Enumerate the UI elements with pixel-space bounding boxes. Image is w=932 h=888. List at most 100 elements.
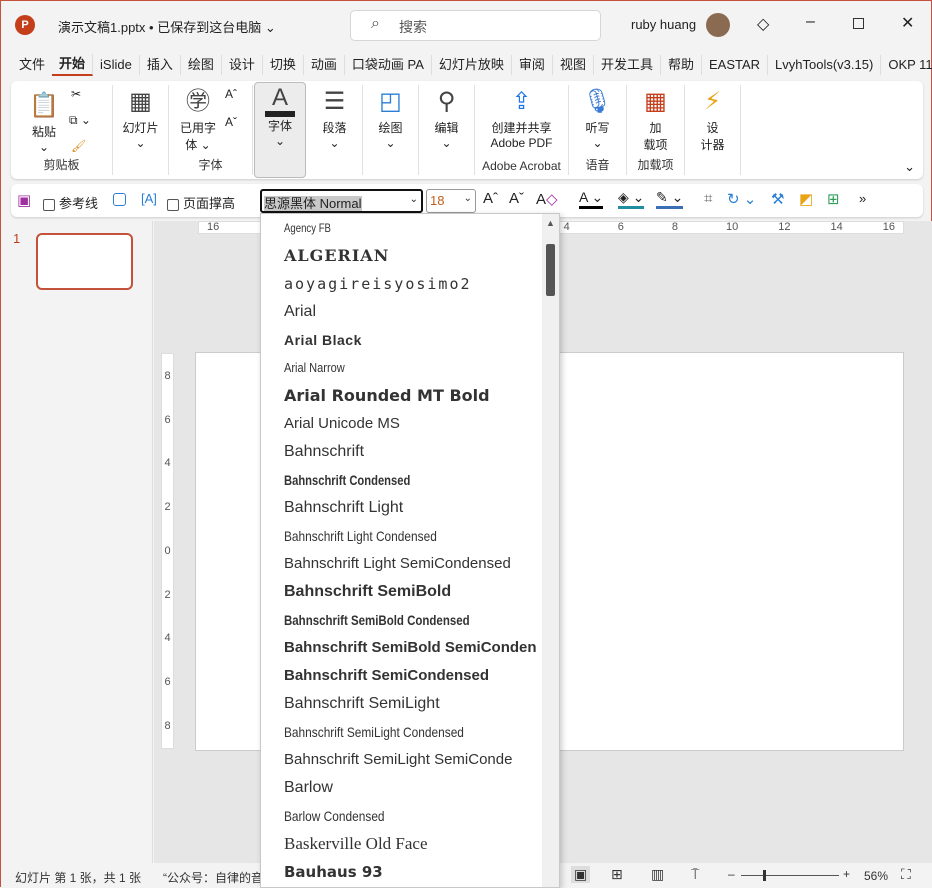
tab-help[interactable]: 帮助 [661, 55, 702, 75]
tab-design[interactable]: 设计 [222, 55, 263, 75]
minimize-button[interactable]: – [806, 13, 815, 31]
maximize-button[interactable] [853, 18, 864, 29]
paste-button[interactable]: 📋 粘贴 ⌄ [29, 89, 59, 154]
tab-transitions[interactable]: 切换 [263, 55, 304, 75]
font-option[interactable]: Barlow Condensed [261, 802, 542, 830]
font-name-combobox[interactable]: 思源黑体 Normal ⌄ [260, 189, 423, 213]
crop-icon[interactable]: ⌗ [704, 190, 712, 207]
fit-window-icon[interactable]: ⛶ [901, 866, 911, 883]
zoom-in-button[interactable]: + [843, 867, 850, 881]
font-color-icon[interactable]: A ⌄ [579, 189, 604, 209]
increase-font-icon[interactable]: Aˆ [225, 87, 237, 101]
tab-insert[interactable]: 插入 [140, 55, 181, 75]
used-fonts-button[interactable]: ㊫已用字体 ⌄ [177, 85, 219, 153]
select-icon[interactable]: ◩ [799, 190, 813, 208]
dictate-button[interactable]: 🎙 听写 ⌄ [569, 85, 626, 150]
font-option[interactable]: Bahnschrift SemiBold Condensed [261, 606, 542, 634]
tab-slideshow[interactable]: 幻灯片放映 [432, 55, 512, 75]
cut-icon[interactable]: ✂ [71, 87, 81, 101]
font-option[interactable]: Bahnschrift SemiBold [261, 578, 542, 606]
user-name[interactable]: ruby huang [631, 17, 696, 32]
font-option[interactable]: Bahnschrift [261, 438, 542, 466]
font-option[interactable]: Bahnschrift Light SemiCondensed [261, 550, 542, 578]
font-option[interactable]: Bahnschrift SemiLight SemiConde [261, 746, 542, 774]
save-icon[interactable]: ▣ [17, 191, 31, 209]
editing-button[interactable]: ⚲ 编辑 ⌄ [419, 85, 475, 175]
tab-review[interactable]: 审阅 [512, 55, 553, 75]
tab-pocket-animation[interactable]: 口袋动画 PA [345, 55, 432, 75]
fill-color-icon[interactable]: ◈ ⌄ [618, 189, 645, 209]
font-option[interactable]: Barlow [261, 774, 542, 802]
guides-checkbox[interactable]: 参考线 [43, 193, 98, 212]
decrease-font-icon[interactable]: Aˇ [225, 115, 237, 129]
font-option[interactable]: Bahnschrift Light [261, 494, 542, 522]
font-option[interactable]: Agency FB [261, 214, 542, 242]
font-option[interactable]: Arial Unicode MS [261, 410, 542, 438]
font-option[interactable]: ALGERIAN [261, 242, 542, 270]
dropdown-scrollbar[interactable]: ▲ [542, 214, 559, 887]
font-option[interactable]: Baskerville Old Face [261, 830, 542, 858]
normal-view-icon[interactable]: ▣ [571, 866, 591, 883]
zoom-level[interactable]: 56% [864, 869, 888, 883]
tab-lvyhtools[interactable]: LvyhTools(v3.15) [768, 55, 882, 75]
close-button[interactable]: ✕ [901, 13, 914, 33]
tab-file[interactable]: 文件 [1, 55, 52, 75]
font-option[interactable]: Bahnschrift SemiLight Condensed [261, 718, 542, 746]
font-option[interactable]: Bahnschrift SemiBold SemiConden [261, 634, 542, 662]
designer-button[interactable]: ⚡ 设计器 [685, 85, 741, 175]
font-option[interactable]: Arial [261, 298, 542, 326]
copy-icon[interactable]: ⧉ ⌄ [69, 113, 91, 128]
collapse-ribbon-icon[interactable]: ⌄ [904, 159, 915, 175]
font-option[interactable]: Bahnschrift Condensed [261, 466, 542, 494]
tab-view[interactable]: 视图 [553, 55, 594, 75]
zoom-slider[interactable] [741, 870, 839, 881]
font-option[interactable]: Bahnschrift SemiCondensed [261, 662, 542, 690]
align-icon[interactable]: ⊞ [827, 190, 840, 208]
tab-okp[interactable]: OKP 11 [881, 55, 932, 75]
format-painter-icon[interactable]: 🖌 [71, 139, 86, 153]
shape-icon[interactable] [113, 193, 126, 206]
fit-page-checkbox[interactable]: 页面撑高 [167, 193, 235, 212]
tab-draw[interactable]: 绘图 [181, 55, 222, 75]
font-size-combobox[interactable]: 18 ⌄ [426, 189, 476, 213]
font-option[interactable]: aoyagireisyosimo2 [261, 270, 542, 298]
clear-format-icon[interactable]: A◇ [536, 190, 558, 208]
scroll-up-icon[interactable]: ▲ [546, 218, 555, 228]
scroll-thumb[interactable] [546, 244, 555, 296]
zoom-out-button[interactable]: – [728, 867, 735, 881]
font-option[interactable]: Bauhaus 93 [261, 858, 542, 886]
format-painter-icon[interactable]: ⚒ [771, 190, 784, 208]
paragraph-button[interactable]: ☰ 段落 ⌄ [307, 85, 363, 175]
zoom-slider-thumb[interactable] [763, 870, 766, 881]
outline-color-icon[interactable]: ✎ ⌄ [656, 189, 684, 209]
slideshow-icon[interactable]: ⍑ [691, 866, 699, 883]
rotate-icon[interactable]: ↻ ⌄ [727, 190, 756, 208]
diamond-icon[interactable]: ◇ [757, 14, 769, 34]
grow-font-icon[interactable]: Aˆ [483, 190, 498, 207]
tab-eastar[interactable]: EASTAR [702, 55, 769, 75]
textbox-icon[interactable]: [A] [141, 191, 157, 206]
search-box[interactable]: ⌕ 搜索 [350, 10, 601, 41]
font-option[interactable]: Bahnschrift SemiLight [261, 690, 542, 718]
shrink-font-icon[interactable]: Aˇ [509, 190, 524, 207]
create-pdf-button[interactable]: ⇪ 创建并共享 Adobe PDF [475, 85, 568, 150]
tab-home[interactable]: 开始 [52, 54, 94, 76]
vertical-ruler[interactable]: 8 6 4 2 0 2 4 6 8 [161, 353, 174, 749]
font-option[interactable]: Arial Narrow [261, 354, 542, 382]
reading-view-icon[interactable]: ▥ [651, 866, 664, 883]
more-icon[interactable]: » [859, 191, 866, 206]
avatar[interactable] [706, 13, 730, 37]
addins-button[interactable]: ▦ 加载项 [627, 85, 684, 153]
font-button[interactable]: A 字体 ⌄ [254, 82, 306, 178]
slide-sorter-icon[interactable]: ⊞ [611, 866, 623, 883]
tab-islide[interactable]: iSlide [93, 55, 140, 75]
tab-developer[interactable]: 开发工具 [594, 55, 661, 75]
drawing-button[interactable]: ◰ 绘图 ⌄ [363, 85, 419, 175]
font-option[interactable]: Arial Black [261, 326, 542, 354]
font-option[interactable]: Bahnschrift Light Condensed [261, 522, 542, 550]
slide-thumbnail[interactable] [36, 233, 133, 290]
new-slide-button[interactable]: ▦ 幻灯片 ⌄ [113, 85, 168, 150]
font-option[interactable]: Arial Rounded MT Bold [261, 382, 542, 410]
tab-animations[interactable]: 动画 [304, 55, 345, 75]
document-title[interactable]: 演示文稿1.pptx • 已保存到这台电脑 ⌄ [58, 17, 276, 36]
